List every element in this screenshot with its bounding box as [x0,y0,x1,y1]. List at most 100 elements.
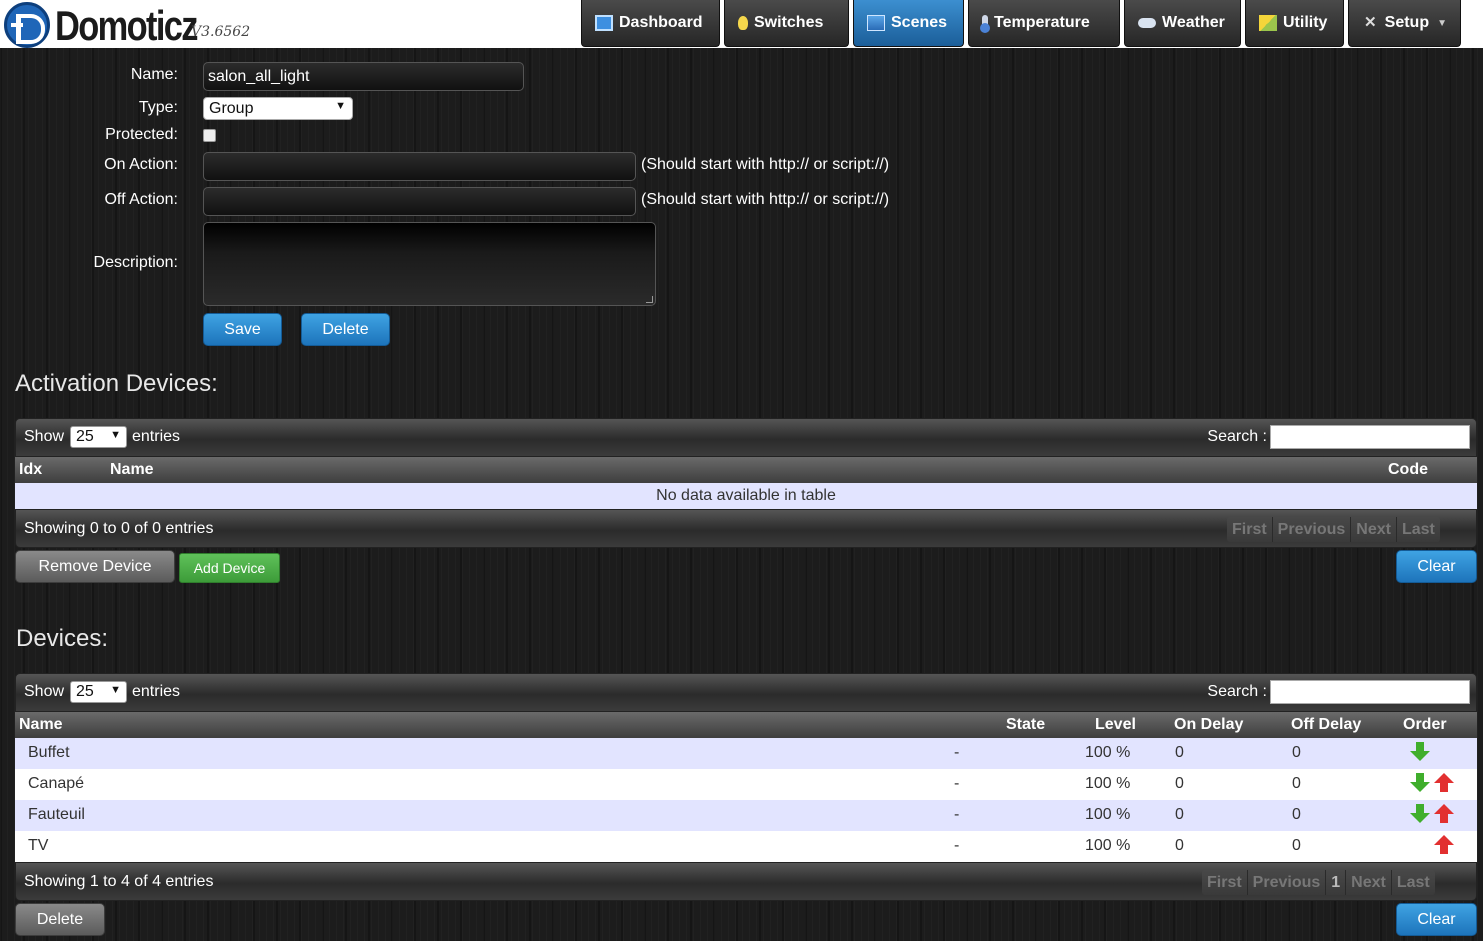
device-level: 100 % [1085,837,1131,854]
move-up-icon[interactable] [1434,804,1454,823]
activation-clear-button[interactable]: Clear [1396,550,1477,583]
delete-scene-button[interactable]: Delete [301,313,390,346]
top-bar: Domoticz V3.6562 Dashboard Switches Scen… [0,0,1483,48]
device-off-delay: 0 [1292,837,1301,854]
devices-pagination: First Previous 1 Next Last [1202,870,1435,895]
device-on-delay: 0 [1175,775,1184,792]
on-action-hint: (Should start with http:// or script://) [641,156,890,173]
tab-scenes[interactable]: Scenes [853,0,964,47]
pager-previous[interactable]: Previous [1271,517,1351,542]
remove-device-button[interactable]: Remove Device [15,550,175,583]
devices-page-size-value: 25 [76,683,94,700]
move-down-icon[interactable] [1410,804,1430,823]
dashboard-icon [595,15,613,31]
tab-setup[interactable]: ✕ Setup ▼ [1348,0,1461,47]
activation-entries-label: entries [132,428,181,445]
type-select[interactable]: Group ▼ [203,97,353,120]
table-row[interactable]: Fauteuil - 100 % 0 0 [15,800,1477,831]
tab-dashboard-label: Dashboard [619,14,703,31]
devices-search-label: Search : [1207,683,1267,700]
device-state: - [954,806,960,823]
utility-icon [1259,15,1277,31]
move-down-icon[interactable] [1410,742,1430,761]
off-action-input[interactable] [203,187,636,216]
devices-page-size-select[interactable]: 25 ▼ [70,681,127,703]
pager-next[interactable]: Next [1345,870,1391,895]
tab-dashboard[interactable]: Dashboard [581,0,720,47]
pager-last[interactable]: Last [1390,870,1435,895]
delete-devices-button[interactable]: Delete [15,903,105,936]
column-header-order[interactable]: Order [1403,716,1447,734]
tools-icon: ✕ [1364,14,1377,31]
devices-table-info: Showing 1 to 4 of 4 entries [24,873,214,890]
activation-pagination: First Previous Next Last [1227,517,1440,542]
devices-table: Show 25 ▼ entries Search : Name State Le… [15,673,1477,903]
dropdown-arrow-icon: ▼ [110,429,121,441]
device-on-delay: 0 [1175,837,1184,854]
devices-entries-label: entries [132,683,181,700]
table-row[interactable]: Canapé - 100 % 0 0 [15,769,1477,800]
activation-devices-table: Show 25 ▼ entries Search : Idx Name Code… [15,418,1477,550]
column-header-off-delay[interactable]: Off Delay [1291,716,1361,734]
pager-previous[interactable]: Previous [1246,870,1326,895]
pager-last[interactable]: Last [1395,517,1440,542]
device-level: 100 % [1085,744,1131,761]
device-off-delay: 0 [1292,775,1301,792]
table-row[interactable]: Buffet - 100 % 0 0 [15,738,1477,769]
column-header-state[interactable]: State [1006,716,1045,734]
device-off-delay: 0 [1292,744,1301,761]
device-name: Fauteuil [28,806,85,823]
tab-utility[interactable]: Utility [1245,0,1344,47]
tab-setup-label: Setup [1384,14,1430,31]
devices-table-toolbar: Show 25 ▼ entries Search : [15,673,1477,712]
activation-page-size-value: 25 [76,428,94,445]
tab-temperature[interactable]: Temperature [968,0,1120,47]
column-header-code[interactable]: Code [1388,461,1428,479]
device-level: 100 % [1085,775,1131,792]
scenes-icon [867,15,885,31]
weather-cloud-icon [1138,18,1156,28]
dropdown-arrow-icon: ▼ [335,100,346,112]
move-down-icon[interactable] [1410,773,1430,792]
chevron-down-icon: ▼ [1437,17,1447,29]
column-header-idx[interactable]: Idx [19,461,42,479]
tab-utility-label: Utility [1283,14,1328,31]
column-header-level[interactable]: Level [1095,716,1136,734]
pager-page-1[interactable]: 1 [1325,870,1346,895]
column-header-name[interactable]: Name [110,461,154,479]
tab-weather[interactable]: Weather [1124,0,1241,47]
tab-switches[interactable]: Switches [724,0,849,47]
device-on-delay: 0 [1175,806,1184,823]
save-button[interactable]: Save [203,313,282,346]
move-up-icon[interactable] [1434,835,1454,854]
add-device-button[interactable]: Add Device [179,553,280,583]
device-name: Buffet [28,744,70,761]
activation-search-input[interactable] [1270,425,1470,449]
column-header-on-delay[interactable]: On Delay [1174,716,1243,734]
pager-first[interactable]: First [1202,870,1247,895]
table-row[interactable]: TV - 100 % 0 0 [15,831,1477,862]
activation-devices-title: Activation Devices: [15,370,218,397]
devices-show-label: Show [24,683,65,700]
pager-first[interactable]: First [1227,517,1272,542]
description-textarea[interactable] [203,222,656,306]
devices-clear-button[interactable]: Clear [1396,903,1477,936]
activation-page-size-select[interactable]: 25 ▼ [70,426,127,448]
devices-search-input[interactable] [1270,680,1470,704]
pager-next[interactable]: Next [1350,517,1396,542]
resize-grip-icon[interactable] [646,296,653,303]
protected-checkbox[interactable] [203,129,216,142]
device-name: Canapé [28,775,85,792]
move-up-icon[interactable] [1434,773,1454,792]
device-level: 100 % [1085,806,1131,823]
column-header-name[interactable]: Name [19,716,63,734]
description-label: Description: [93,254,178,271]
off-action-label: Off Action: [104,191,178,208]
app-version: V3.6562 [191,24,251,40]
devices-title: Devices: [16,625,109,652]
tab-weather-label: Weather [1162,14,1225,31]
on-action-input[interactable] [203,152,636,181]
activation-table-header: Idx Name Code [15,457,1477,483]
domoticz-logo-icon [4,2,50,48]
name-input[interactable] [203,62,524,91]
